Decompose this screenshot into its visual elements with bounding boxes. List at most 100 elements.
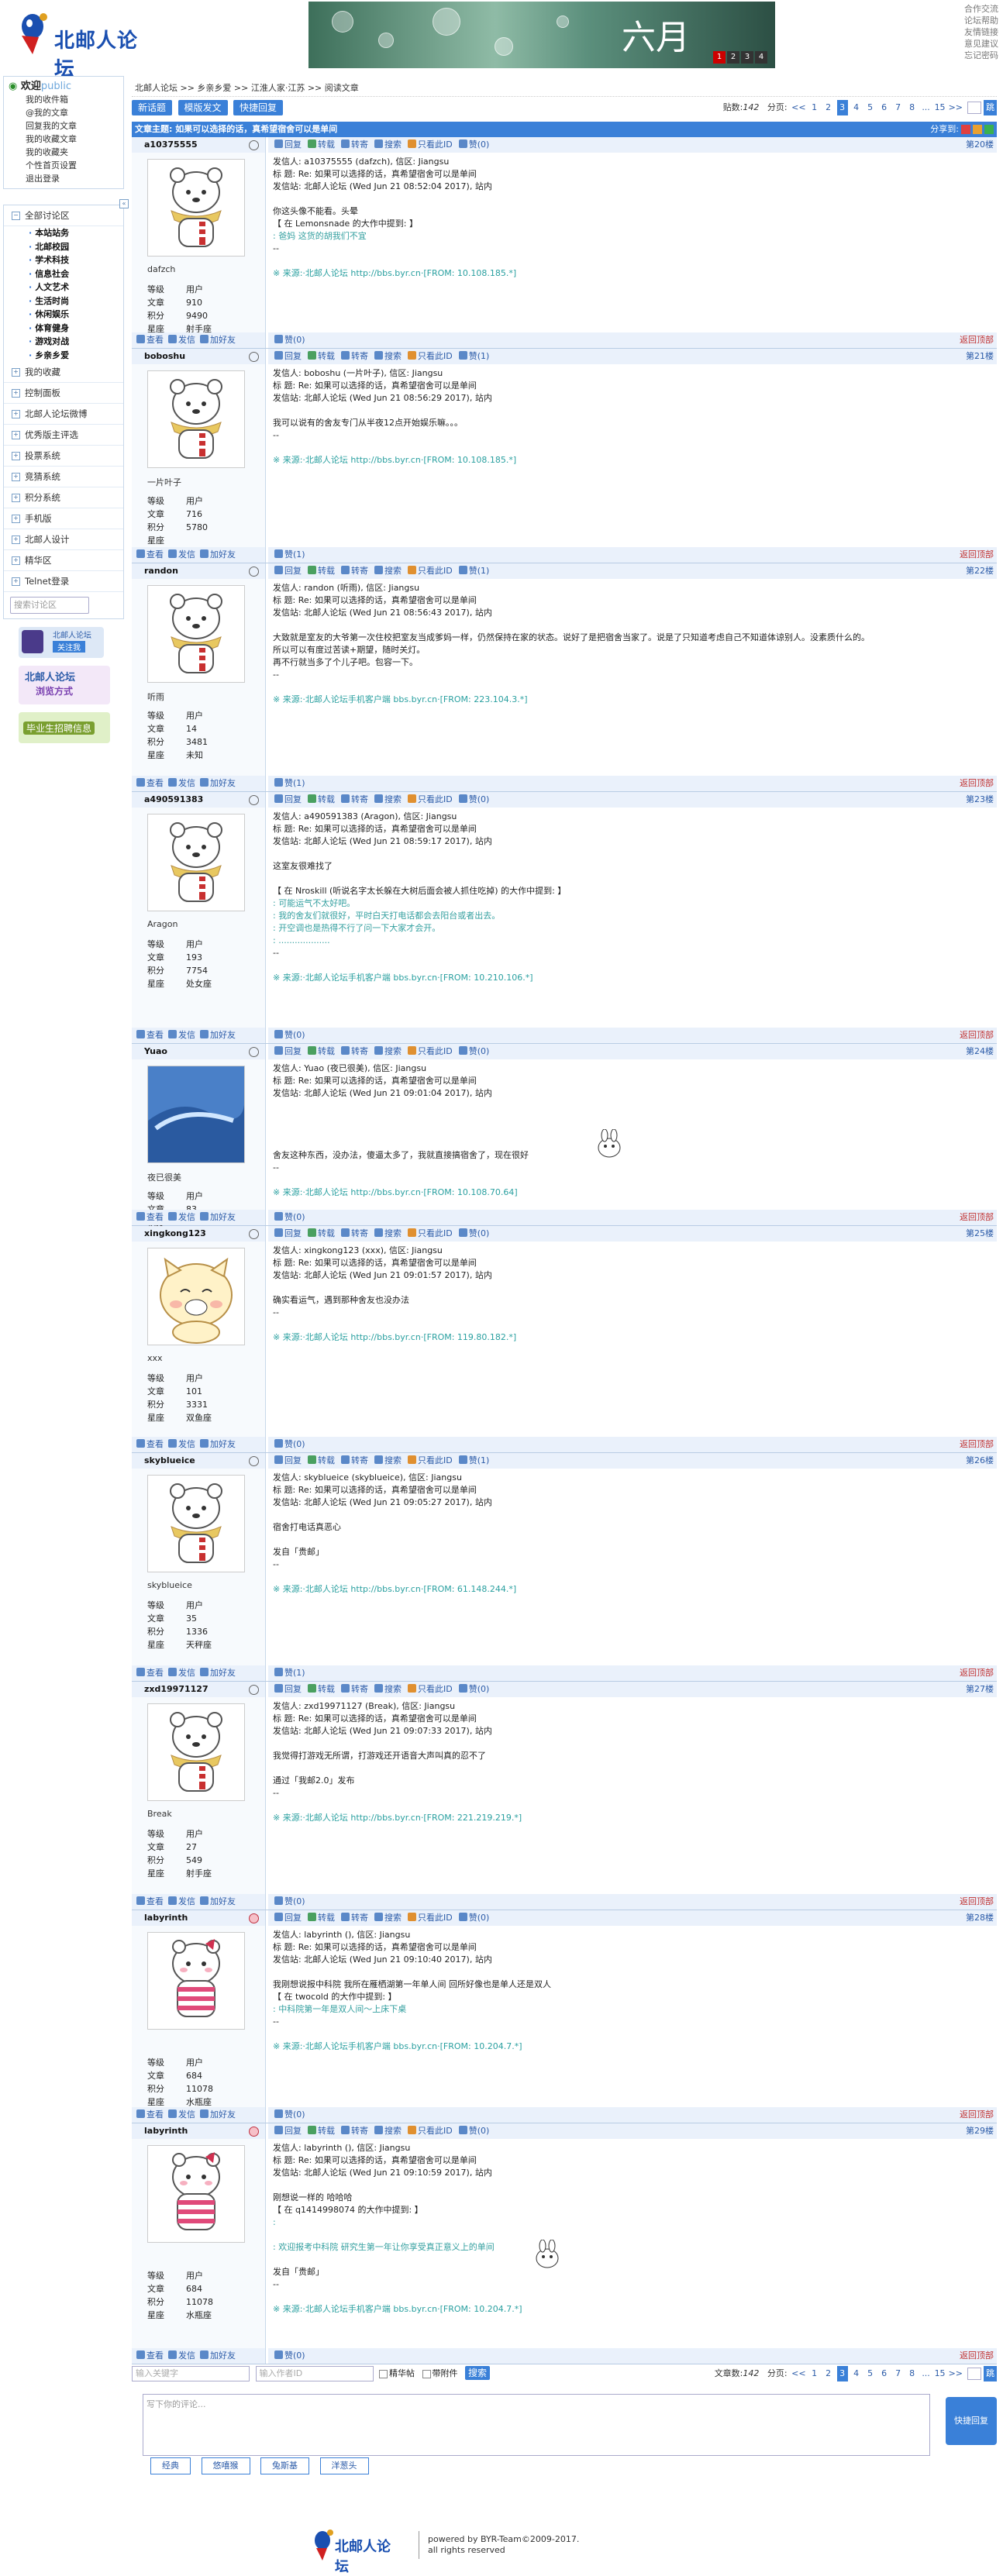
- section-item[interactable]: 游戏对战: [29, 335, 123, 349]
- page-link[interactable]: 6: [879, 100, 890, 115]
- post-action-2[interactable]: 转寄: [341, 349, 368, 364]
- bottom-like-button[interactable]: 赞(1): [274, 549, 305, 560]
- bottom-search-button[interactable]: 搜索: [465, 2366, 491, 2380]
- bottom-like-button[interactable]: 赞(0): [274, 335, 305, 345]
- page-link[interactable]: 8: [907, 100, 918, 115]
- like-button[interactable]: 赞(0): [458, 1226, 489, 1242]
- keyword-search-input[interactable]: 输入关键字: [132, 2366, 250, 2381]
- post-action-2[interactable]: 转寄: [341, 1453, 368, 1469]
- user-action-2[interactable]: 加好友: [200, 1212, 236, 1222]
- like-button[interactable]: 赞(0): [458, 2123, 489, 2139]
- template-post-button[interactable]: 模版发文: [178, 100, 228, 115]
- post-action-3[interactable]: 搜索: [374, 349, 402, 364]
- user-action-0[interactable]: 查看: [136, 1896, 164, 1906]
- post-action-3[interactable]: 搜索: [374, 792, 402, 808]
- post-action-0[interactable]: 回复: [274, 1910, 302, 1926]
- top-link[interactable]: 论坛帮助: [964, 15, 998, 26]
- board-search-input[interactable]: 搜索讨论区: [10, 597, 89, 614]
- floor-number[interactable]: 第23楼: [966, 792, 994, 808]
- page-link[interactable]: 15: [935, 100, 946, 115]
- floor-number[interactable]: 第20楼: [966, 137, 994, 153]
- post-action-1[interactable]: 转载: [308, 1453, 335, 1469]
- post-action-3[interactable]: 搜索: [374, 1682, 402, 1697]
- page-link[interactable]: <<: [791, 100, 805, 115]
- page-link[interactable]: 1: [809, 100, 820, 115]
- floor-number[interactable]: 第28楼: [966, 1910, 994, 1926]
- post-action-4[interactable]: 只看此ID: [408, 1453, 453, 1469]
- sidebar-item[interactable]: + 精华区: [4, 550, 123, 571]
- user-action-1[interactable]: 发信: [168, 335, 195, 345]
- post-action-2[interactable]: 转寄: [341, 563, 368, 579]
- user-action-0[interactable]: 查看: [136, 549, 164, 560]
- bottom-like-button[interactable]: 赞(0): [274, 1896, 305, 1906]
- page-link[interactable]: 4: [851, 100, 862, 115]
- section-item[interactable]: 信息社会: [29, 267, 123, 281]
- user-id[interactable]: labyrinth: [132, 1913, 188, 1923]
- user-action-2[interactable]: 加好友: [200, 1896, 236, 1906]
- back-to-top-link[interactable]: 返回顶部: [960, 1437, 994, 1452]
- post-action-3[interactable]: 搜索: [374, 1226, 402, 1242]
- floor-number[interactable]: 第27楼: [966, 1682, 994, 1697]
- bottom-like-button[interactable]: 赞(1): [274, 778, 305, 788]
- post-action-3[interactable]: 搜索: [374, 563, 402, 579]
- post-action-2[interactable]: 转寄: [341, 1226, 368, 1242]
- browse-ad[interactable]: 北邮人论坛 浏览方式: [19, 666, 110, 704]
- user-id[interactable]: randon: [132, 566, 178, 576]
- page-jump-button[interactable]: 跳: [984, 100, 997, 115]
- sidebar-item[interactable]: + 竞猜系统: [4, 467, 123, 487]
- collapse-sidebar-icon[interactable]: «: [119, 199, 129, 208]
- user-action-2[interactable]: 加好友: [200, 1030, 236, 1040]
- sidebar-link[interactable]: 我的收件箱: [9, 93, 119, 106]
- like-button[interactable]: 赞(0): [458, 1044, 489, 1059]
- sidebar-item[interactable]: + Telnet登录: [4, 571, 123, 592]
- page-link[interactable]: 5: [865, 100, 876, 115]
- post-action-1[interactable]: 转载: [308, 2123, 335, 2139]
- sidebar-item[interactable]: + 北邮人论坛微博: [4, 404, 123, 425]
- user-action-1[interactable]: 发信: [168, 1668, 195, 1678]
- banner-page[interactable]: 1: [713, 51, 726, 64]
- floor-number[interactable]: 第29楼: [966, 2123, 994, 2139]
- post-action-1[interactable]: 转载: [308, 792, 335, 808]
- quick-reply-submit[interactable]: 快捷回复: [946, 2397, 997, 2445]
- sidebar-item[interactable]: + 我的收藏: [4, 362, 123, 383]
- user-id[interactable]: a10375555: [132, 139, 198, 150]
- floor-number[interactable]: 第22楼: [966, 563, 994, 579]
- user-id[interactable]: a490591383: [132, 794, 203, 804]
- post-action-1[interactable]: 转载: [308, 1910, 335, 1926]
- post-action-4[interactable]: 只看此ID: [408, 563, 453, 579]
- user-action-1[interactable]: 发信: [168, 778, 195, 788]
- user-action-2[interactable]: 加好友: [200, 1668, 236, 1678]
- banner[interactable]: 六月 1234: [308, 2, 775, 68]
- post-action-2[interactable]: 转寄: [341, 137, 368, 153]
- post-action-3[interactable]: 搜索: [374, 2123, 402, 2139]
- section-item[interactable]: 学术科技: [29, 253, 123, 267]
- section-item[interactable]: 本站站务: [29, 226, 123, 240]
- top-link[interactable]: 合作交流: [964, 3, 998, 15]
- avatar[interactable]: [147, 2145, 245, 2243]
- avatar[interactable]: [147, 814, 245, 911]
- user-id[interactable]: labyrinth: [132, 2126, 188, 2136]
- bottom-like-button[interactable]: 赞(0): [274, 1212, 305, 1222]
- page-link[interactable]: 2: [823, 2366, 834, 2381]
- like-button[interactable]: 赞(0): [458, 1910, 489, 1926]
- post-action-1[interactable]: 转载: [308, 1044, 335, 1059]
- post-action-0[interactable]: 回复: [274, 1682, 302, 1697]
- post-action-1[interactable]: 转载: [308, 137, 335, 153]
- user-id[interactable]: Yuao: [132, 1046, 167, 1056]
- post-action-3[interactable]: 搜索: [374, 1453, 402, 1469]
- post-action-1[interactable]: 转载: [308, 1682, 335, 1697]
- user-action-0[interactable]: 查看: [136, 1439, 164, 1449]
- like-button[interactable]: 赞(0): [458, 792, 489, 808]
- post-action-0[interactable]: 回复: [274, 1044, 302, 1059]
- like-button[interactable]: 赞(1): [458, 349, 489, 364]
- like-button[interactable]: 赞(0): [458, 137, 489, 153]
- post-action-0[interactable]: 回复: [274, 1453, 302, 1469]
- author-search-input[interactable]: 输入作者ID: [255, 2366, 374, 2381]
- sidebar-item[interactable]: + 投票系统: [4, 446, 123, 467]
- page-link[interactable]: 6: [879, 2366, 890, 2381]
- sidebar-link[interactable]: 我的收藏文章: [9, 133, 119, 146]
- sidebar-link[interactable]: 回复我的文章: [9, 119, 119, 133]
- sidebar-item[interactable]: + 北邮人设计: [4, 529, 123, 550]
- like-button[interactable]: 赞(0): [458, 1682, 489, 1697]
- back-to-top-link[interactable]: 返回顶部: [960, 1894, 994, 1910]
